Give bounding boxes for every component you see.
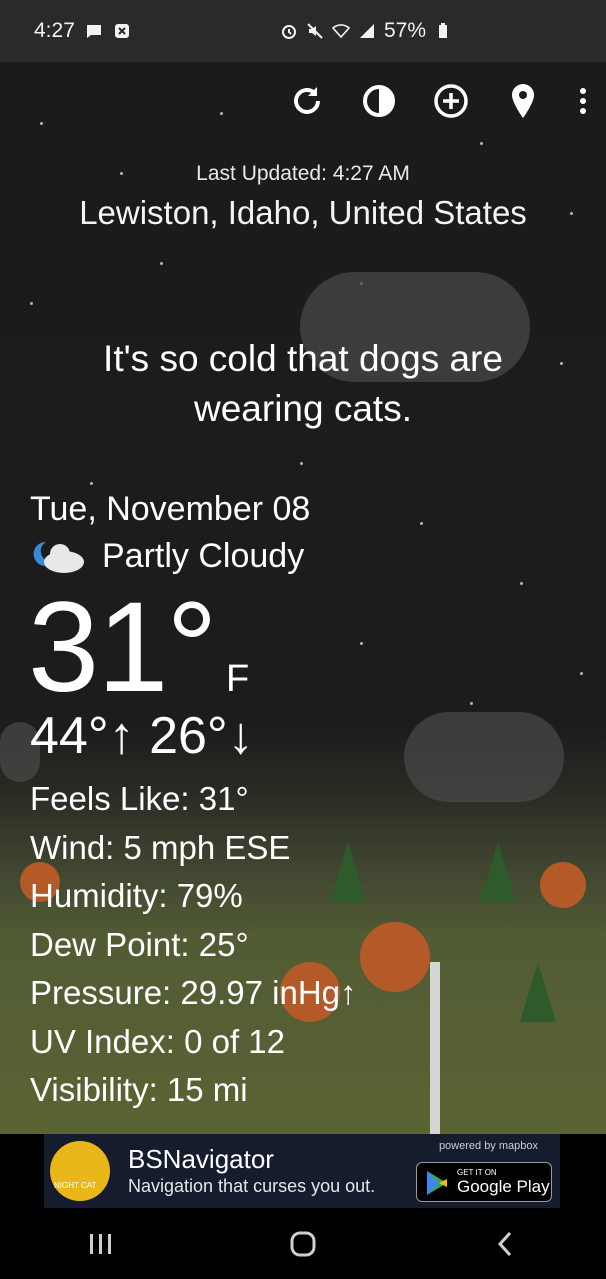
weather-quote: It's so cold that dogs are wearing cats. — [103, 338, 503, 429]
star — [300, 462, 303, 465]
message-icon — [86, 25, 101, 38]
star — [480, 142, 483, 145]
star — [560, 362, 563, 365]
star — [40, 122, 43, 125]
star — [520, 582, 523, 585]
mute-icon — [307, 23, 323, 39]
high-low-temperature: 44°↑ 26°↓ — [30, 707, 254, 765]
ad-powered-by: powered by mapbox — [438, 1140, 538, 1152]
condition-text: Partly Cloudy — [102, 536, 305, 575]
pressure: Pressure: 29.97 inHg↑ — [30, 974, 357, 1011]
recents-icon — [90, 1233, 111, 1254]
temperature-unit: F — [226, 658, 250, 700]
add-location-button[interactable] — [432, 82, 470, 120]
star — [360, 642, 363, 645]
battery-percent: 57% — [383, 19, 426, 42]
recents-button[interactable] — [71, 1224, 131, 1264]
star — [220, 112, 223, 115]
ad-text: BSNavigator Navigation that curses you o… — [128, 1144, 375, 1198]
tree — [520, 962, 556, 1022]
humidity: Humidity: 79% — [30, 877, 243, 914]
wind-turbine — [430, 962, 440, 1134]
more-vert-icon — [580, 88, 586, 114]
condition-row: Partly Cloudy — [30, 536, 304, 576]
current-temperature: 31° — [28, 576, 218, 719]
star — [90, 482, 93, 485]
ad-title: BSNavigator — [128, 1144, 274, 1174]
ad-logo: NIGHT CAT — [50, 1141, 110, 1201]
star — [160, 262, 163, 265]
forecast-date: Tue, November 08 — [30, 490, 311, 528]
ad-logo-text: NIGHT CAT — [54, 1181, 97, 1190]
close-notification-icon — [114, 24, 129, 38]
weather-scene: Last Updated: 4:27 AM Lewiston, Idaho, U… — [0, 62, 606, 1134]
star — [420, 522, 423, 525]
battery-icon — [439, 23, 447, 38]
location-name: Lewiston, Idaho, United States — [79, 194, 527, 231]
system-nav-bar — [0, 1208, 606, 1279]
add-location-icon — [434, 84, 468, 118]
wifi-icon — [331, 24, 350, 39]
visibility: Visibility: 15 mi — [30, 1071, 248, 1108]
back-button[interactable] — [475, 1224, 535, 1264]
play-small-text: GET IT ON — [457, 1167, 497, 1177]
google-play-button[interactable]: GET IT ON Google Play — [416, 1162, 552, 1202]
more-options-button[interactable] — [576, 82, 590, 120]
cloud — [404, 712, 564, 802]
theme-button[interactable] — [360, 82, 398, 120]
ad-banner[interactable]: NIGHT CAT BSNavigator Navigation that cu… — [44, 1134, 560, 1208]
uv-index: UV Index: 0 of 12 — [30, 1022, 285, 1060]
star — [470, 702, 473, 705]
tree — [480, 842, 516, 902]
toolbar — [288, 82, 590, 120]
play-big-text: Google Play — [457, 1176, 550, 1196]
home-icon — [290, 1231, 316, 1256]
ad-subtitle: Navigation that curses you out. — [128, 1176, 376, 1196]
status-bar: 4:27 57% — [0, 0, 606, 62]
location-pin-icon — [512, 84, 534, 118]
weather-details: Feels Like: 31° Wind: 5 mph ESE Humidity… — [30, 775, 357, 1115]
home-button[interactable] — [273, 1224, 333, 1264]
tree — [540, 862, 586, 908]
alarm-icon — [281, 25, 296, 39]
signal-icon — [359, 24, 374, 38]
feels-like: Feels Like: 31° — [30, 780, 249, 817]
refresh-icon — [294, 87, 320, 114]
partly-cloudy-night-icon — [33, 541, 84, 573]
wind: Wind: 5 mph ESE — [30, 828, 291, 866]
google-play-icon — [427, 1171, 447, 1195]
star — [580, 672, 583, 675]
last-updated: Last Updated: 4:27 AM — [196, 162, 410, 185]
back-icon — [497, 1231, 512, 1256]
refresh-button[interactable] — [288, 82, 326, 120]
location-button[interactable] — [504, 82, 542, 120]
tree — [360, 922, 430, 992]
star — [30, 302, 33, 305]
status-time: 4:27 — [34, 19, 75, 42]
dew-point: Dew Point: 25° — [30, 925, 249, 963]
theme-icon — [363, 85, 395, 117]
